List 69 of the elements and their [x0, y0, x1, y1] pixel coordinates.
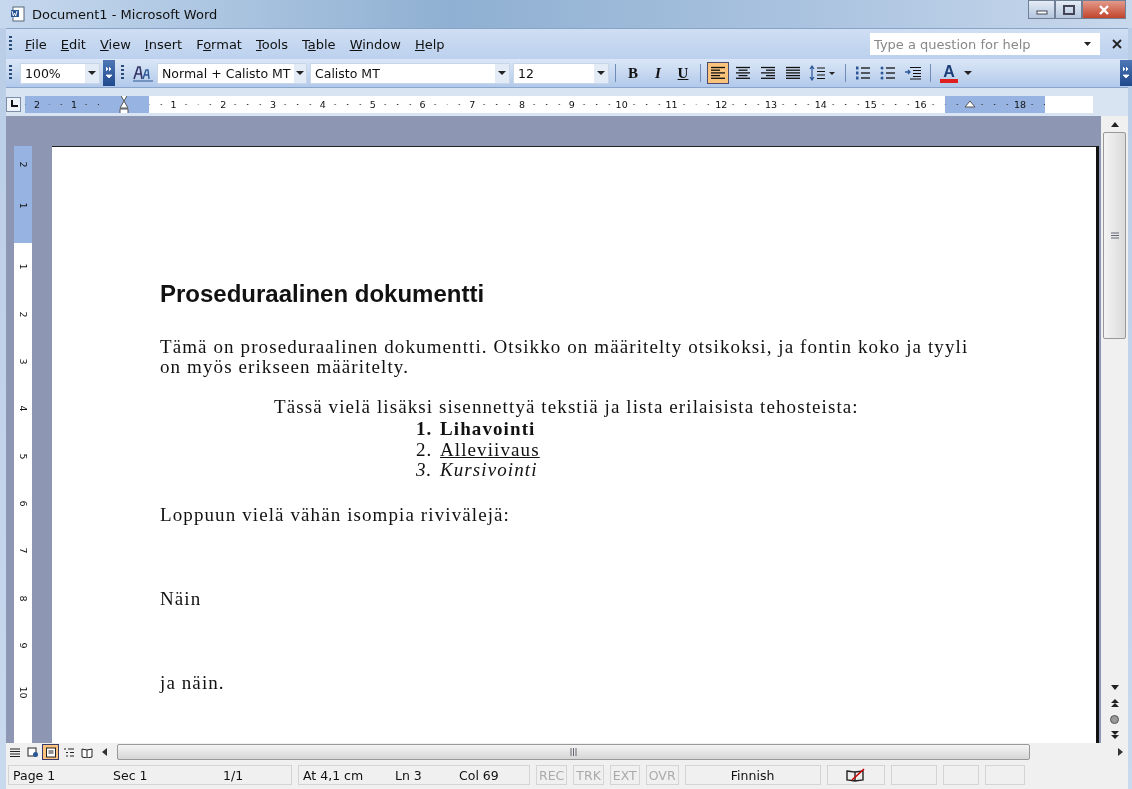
menu-item[interactable]: Tools	[249, 33, 294, 55]
ruler-number: 8	[17, 595, 29, 602]
ruler-number: 9	[567, 98, 576, 110]
italic-button[interactable]: I	[647, 62, 669, 84]
paragraph: ja näin.	[160, 672, 226, 693]
ruler-number: 1	[69, 98, 78, 110]
font-dropdown[interactable]: Calisto MT	[310, 62, 510, 84]
status-field: Col 69	[459, 767, 499, 783]
ruler-number: 7	[468, 98, 477, 110]
zoom-dropdown[interactable]: 100%	[20, 62, 100, 84]
ruler-number: 14	[813, 98, 828, 110]
document-heading: Proseduraalinen dokumentti	[160, 281, 486, 307]
status-field: Page 1	[13, 767, 113, 783]
paragraph: Loppuun vielä vähän isompia rivivälejä:	[160, 504, 511, 525]
ruler-number: 3	[269, 98, 278, 110]
ruler-number: 4	[17, 405, 29, 412]
ruler-number: 2	[219, 98, 228, 110]
list-number: 2.	[416, 439, 430, 460]
language-indicator[interactable]: Finnish	[684, 765, 821, 785]
list-item: Alleviivaus	[440, 439, 540, 460]
menu-item[interactable]: View	[93, 33, 137, 55]
menu-item[interactable]: File	[19, 33, 53, 55]
ruler-number: 13	[764, 98, 779, 110]
list-number: 1.	[416, 419, 430, 440]
window-title: Document1 - Microsoft Word	[32, 6, 218, 22]
ruler-number: 1	[17, 263, 29, 270]
ruler-number: 5	[17, 453, 29, 460]
ruler-number: 3	[17, 358, 29, 365]
ruler-number: 6	[418, 98, 427, 110]
ruler-number: 18	[1013, 98, 1028, 110]
list-item: Lihavointi	[440, 419, 536, 440]
size-dropdown[interactable]: 12	[513, 62, 609, 84]
menu-item[interactable]: Format	[190, 33, 248, 55]
ruler-number: 1	[17, 202, 29, 209]
menu-item[interactable]: Help	[408, 33, 451, 55]
menu-item[interactable]: Window	[343, 33, 407, 55]
status-field: Ln 3	[395, 767, 459, 783]
ruler-number: 2	[32, 98, 41, 110]
ruler-number: 12	[714, 98, 729, 110]
ruler-number: 7	[17, 547, 29, 554]
ruler-number: 6	[17, 500, 29, 507]
help-search-field[interactable]: Type a question for help	[870, 33, 1100, 55]
ruler-number: 8	[518, 98, 527, 110]
status-field: 1/1	[223, 767, 244, 783]
style-dropdown[interactable]: Normal + Calisto MT	[157, 62, 307, 84]
ruler-number: 2	[17, 311, 29, 318]
ruler-number: 10	[17, 686, 29, 699]
ruler-number: 5	[368, 98, 377, 110]
paragraph: Tämä on proseduraalinen dokumentti. Otsikko on määritelty otsikoksi, ja fontin koko ja tyyli on myös erikseen määritelty.	[160, 337, 970, 377]
ruler-number: 10	[614, 98, 629, 110]
ruler-number: 16	[913, 98, 928, 110]
ruler-number: 11	[664, 98, 679, 110]
status-field: At 4,1 cm	[303, 767, 395, 783]
menu-item[interactable]: Edit	[54, 33, 92, 55]
paragraph: Näin	[160, 588, 203, 609]
underline-button[interactable]: U	[672, 62, 694, 84]
paragraph: Tässä vielä lisäksi sisennettyä tekstiä ja lista erilaisista tehosteista:	[273, 397, 860, 417]
ruler-number: 1	[169, 98, 178, 110]
menu-item[interactable]: Table	[296, 33, 342, 55]
ruler-number: 15	[863, 98, 878, 110]
ruler-number: 9	[17, 642, 29, 649]
list-item: Kursivointi	[440, 460, 538, 481]
menu-item[interactable]: Insert	[138, 33, 189, 55]
ruler-number: 2	[17, 161, 29, 167]
list-number: 3.	[416, 460, 430, 481]
bold-button[interactable]: B	[622, 62, 644, 84]
ruler-number: 4	[318, 98, 327, 110]
status-field: Sec 1	[113, 767, 223, 783]
font-color-button[interactable]: A	[937, 62, 961, 84]
